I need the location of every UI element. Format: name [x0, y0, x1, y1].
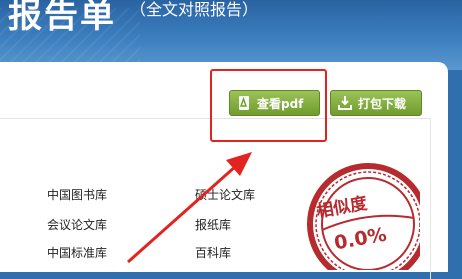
annotation-arrow — [127, 152, 252, 264]
